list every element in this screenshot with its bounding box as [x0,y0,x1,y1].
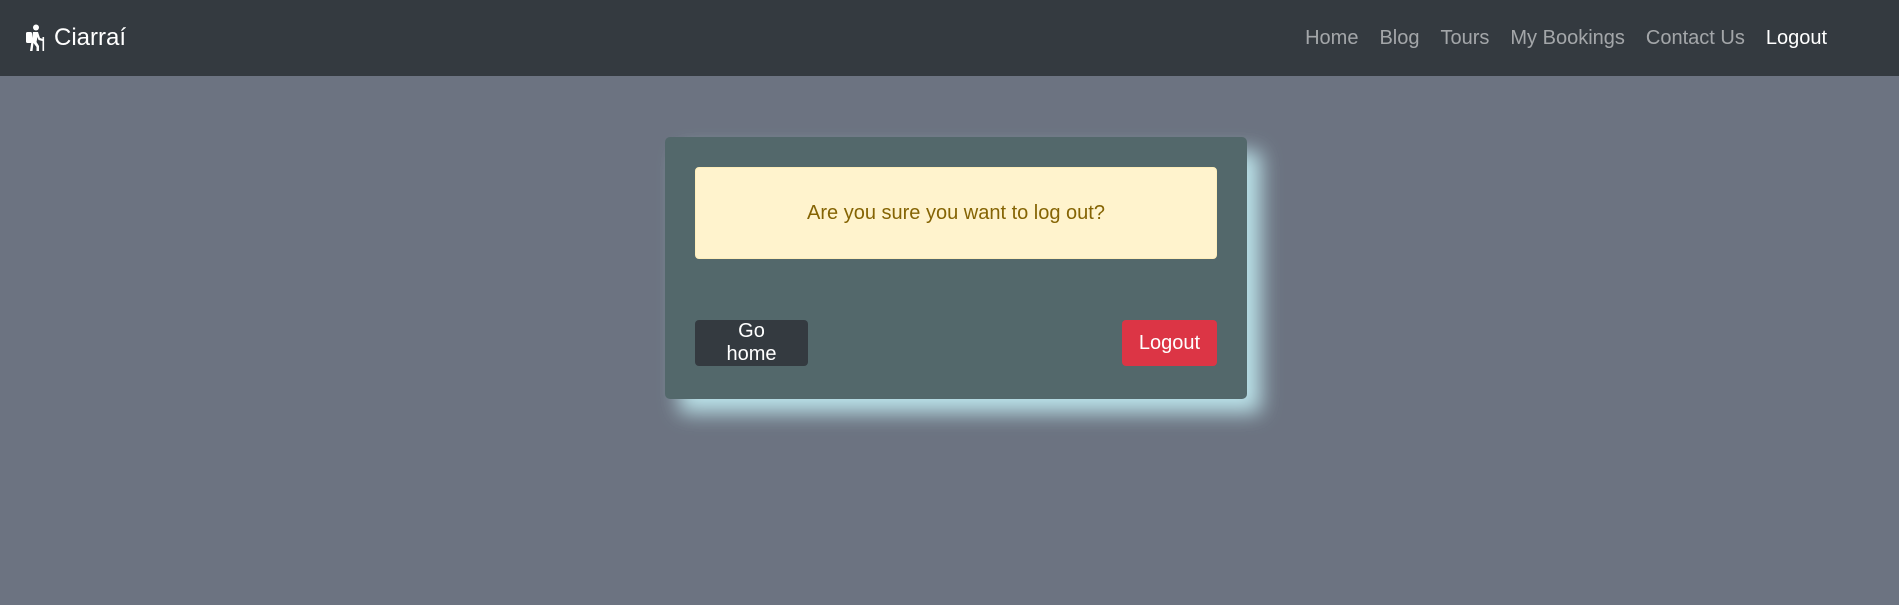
hiking-person-icon [24,24,46,52]
logout-card: Are you sure you want to log out? Go hom… [665,137,1247,399]
brand-label: Ciarraí [54,24,127,51]
nav-link-logout[interactable]: Logout [1766,27,1827,50]
nav-link-contact-us[interactable]: Contact Us [1646,27,1745,50]
top-navbar: Ciarraí Home Blog Tours My Bookings Cont… [0,0,1899,76]
logout-confirmation-alert: Are you sure you want to log out? [695,167,1217,259]
go-home-button[interactable]: Go home [695,320,808,366]
brand-link[interactable]: Ciarraí [24,0,126,76]
nav-links: Home Blog Tours My Bookings Contact Us L… [1284,0,1827,76]
logout-button[interactable]: Logout [1122,320,1217,366]
alert-message: Are you sure you want to log out? [807,201,1105,224]
nav-link-blog[interactable]: Blog [1379,27,1419,50]
nav-link-my-bookings[interactable]: My Bookings [1510,27,1625,50]
nav-link-home[interactable]: Home [1305,27,1358,50]
nav-link-tours[interactable]: Tours [1440,27,1489,50]
